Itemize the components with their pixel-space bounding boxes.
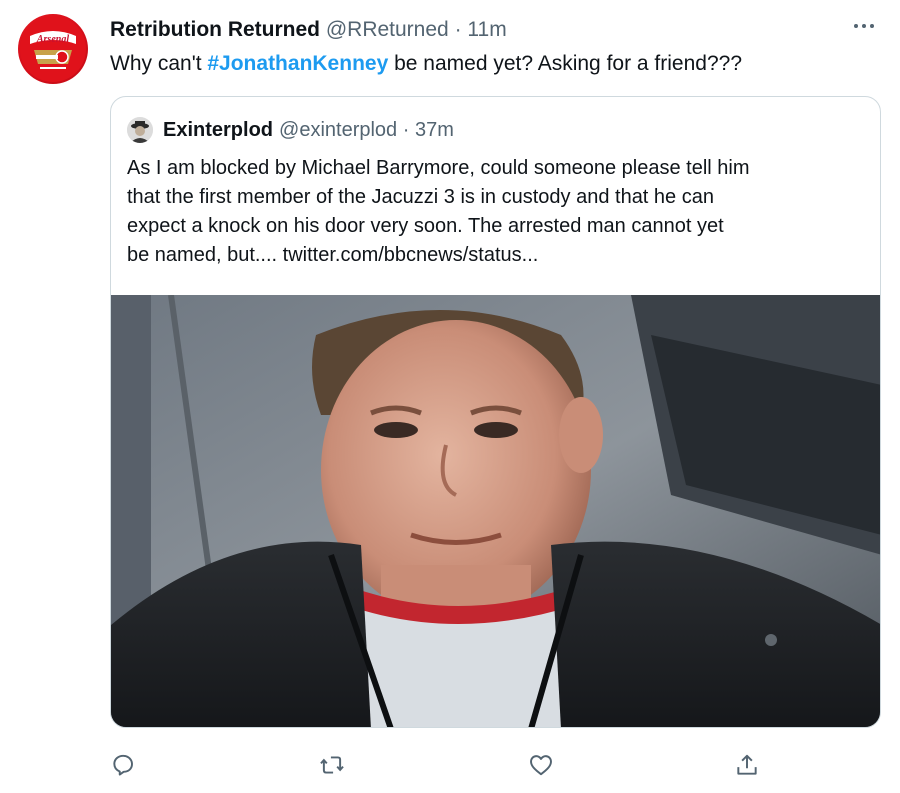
arsenal-crest-icon: Arsenal xyxy=(20,16,86,82)
like-button[interactable] xyxy=(524,748,558,782)
quoted-time[interactable]: 37m xyxy=(415,117,454,143)
reply-button[interactable] xyxy=(106,748,140,782)
more-horizontal-icon xyxy=(854,24,874,28)
hashtag-link[interactable]: #JonathanKenney xyxy=(207,52,388,75)
quoted-text: As I am blocked by Michael Barrymore, co… xyxy=(127,154,867,270)
tweet-header: Retribution Returned @RReturned · 11m xyxy=(110,16,507,44)
share-icon xyxy=(737,754,757,775)
quoted-separator: · xyxy=(402,119,410,141)
person-with-hat-icon xyxy=(127,117,153,143)
quoted-handle[interactable]: @exinterplod xyxy=(279,117,397,143)
avatar-text: Arsenal xyxy=(36,34,69,45)
action-bar xyxy=(110,748,881,782)
quoted-line: As I am blocked by Michael Barrymore, co… xyxy=(127,157,750,179)
header-separator: · xyxy=(454,18,462,41)
share-button[interactable] xyxy=(730,748,764,782)
quoted-line: expect a knock on his door very soon. Th… xyxy=(127,215,724,237)
quoted-header: Exinterplod @exinterplod · 37m xyxy=(127,117,454,143)
man-in-jacket-photo xyxy=(111,295,880,727)
quoted-tweet[interactable]: Exinterplod @exinterplod · 37m As I am b… xyxy=(110,96,881,728)
author-avatar[interactable]: Arsenal xyxy=(18,14,88,84)
author-handle[interactable]: @RReturned xyxy=(326,18,449,41)
like-icon xyxy=(530,755,552,776)
tweet-time[interactable]: 11m xyxy=(467,18,506,41)
more-button[interactable] xyxy=(844,12,884,40)
quoted-photo[interactable] xyxy=(111,295,880,727)
quoted-line[interactable]: be named, but.... twitter.com/bbcnews/st… xyxy=(127,241,867,270)
quoted-line: that the first member of the Jacuzzi 3 i… xyxy=(127,186,714,208)
tweet-text-before: Why can't xyxy=(110,52,208,75)
retweet-button[interactable] xyxy=(315,748,349,782)
tweet-text: Why can't #JonathanKenney be named yet? … xyxy=(110,50,742,78)
author-name[interactable]: Retribution Returned xyxy=(110,18,320,41)
retweet-icon xyxy=(320,756,344,774)
quoted-author-name[interactable]: Exinterplod xyxy=(163,117,273,143)
tweet-text-after: be named yet? Asking for a friend??? xyxy=(388,52,742,75)
reply-icon xyxy=(113,754,133,776)
quoted-avatar[interactable] xyxy=(127,117,153,143)
